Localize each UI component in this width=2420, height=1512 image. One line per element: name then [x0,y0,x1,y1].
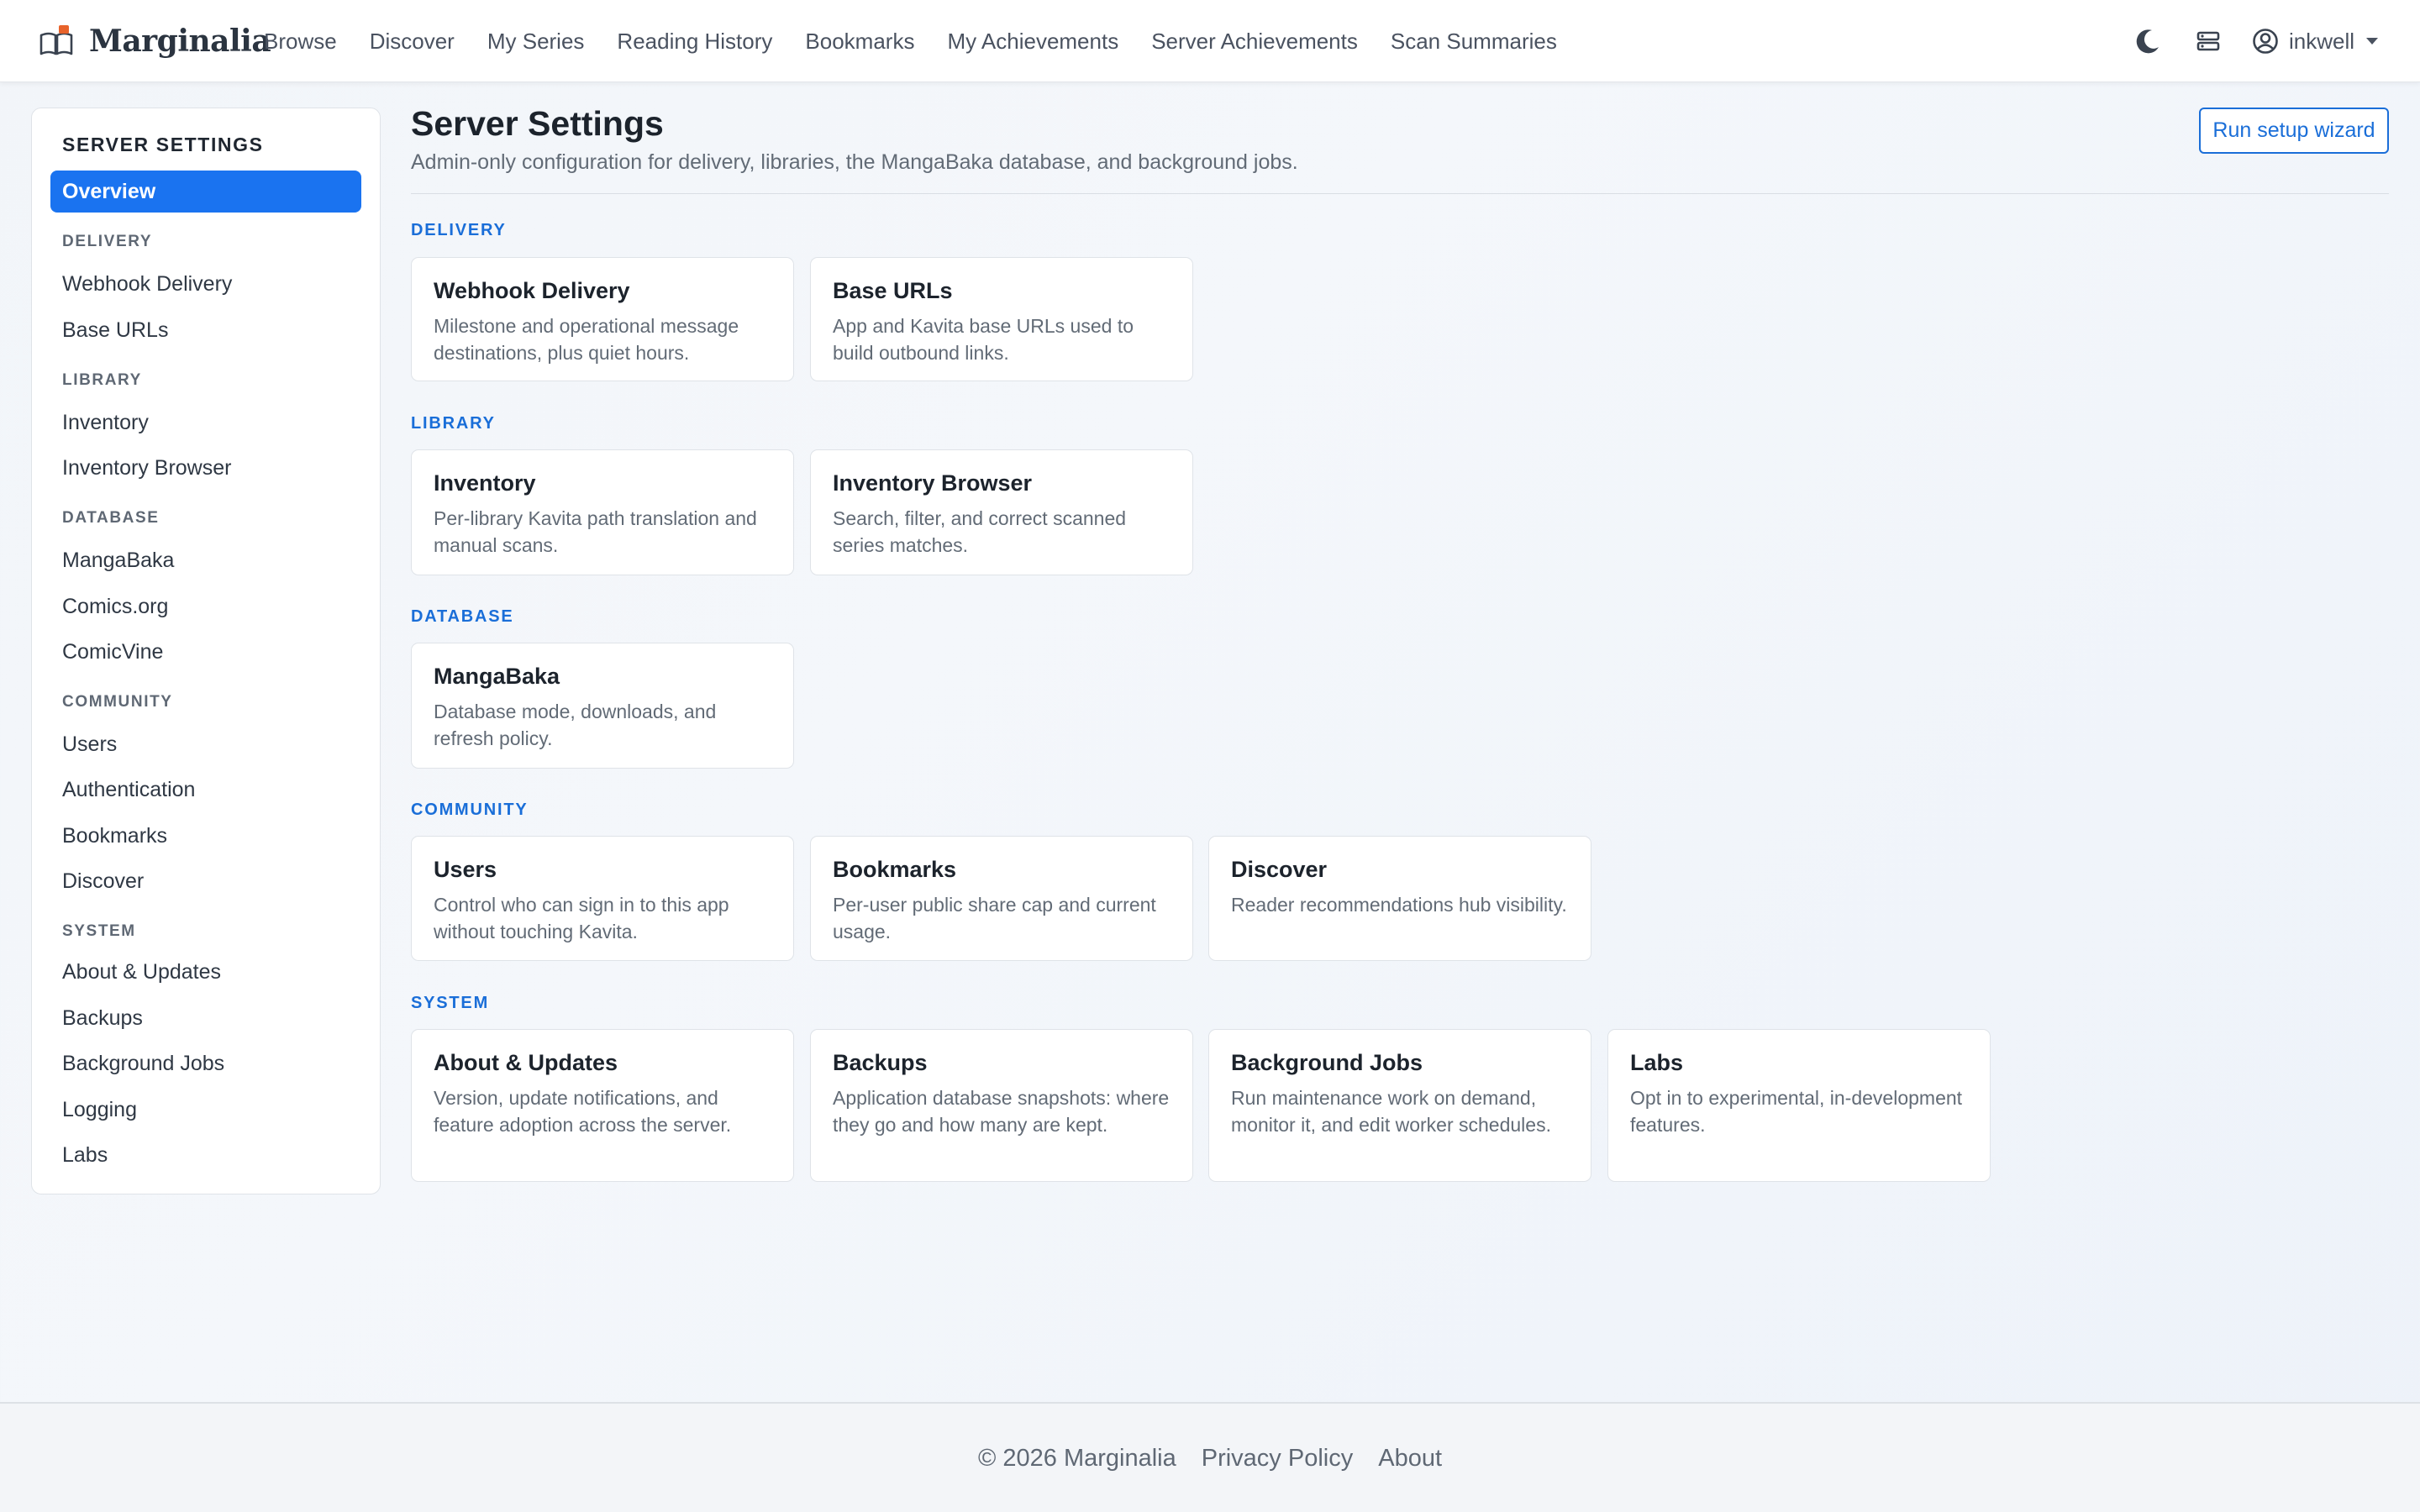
server-status-button[interactable] [2190,23,2227,60]
card-title: MangaBaka [434,664,560,689]
card-title: Base URLs [833,278,953,303]
card-title: Backups [833,1050,928,1075]
title-divider [411,193,2389,194]
sidebar-group-database: DATABASE [62,509,160,527]
footer-content: © 2026 Marginalia Privacy Policy About [0,1404,2420,1512]
card-backups[interactable]: Backups Application database snapshots: … [810,1029,1193,1182]
card-discover[interactable]: Discover Reader recommendations hub visi… [1208,836,1591,961]
nav-link-my-achievements[interactable]: My Achievements [947,29,1118,55]
card-description: Control who can sign in to this app with… [434,894,729,942]
page-subtitle: Admin-only configuration for delivery, l… [411,150,1298,174]
card-bookmarks[interactable]: Bookmarks Per-user public share cap and … [810,836,1193,961]
card-description: Application database snapshots: where th… [833,1087,1170,1136]
sidebar-item-inventory-browser[interactable]: Inventory Browser [62,456,231,480]
sidebar-item-comicvine[interactable]: ComicVine [62,640,163,664]
sidebar-item-inventory[interactable]: Inventory [62,411,149,435]
footer-link-about[interactable]: About [1378,1445,1442,1473]
sidebar-item-discover[interactable]: Discover [62,869,144,894]
card-title: Inventory Browser [833,470,1033,496]
page-title: Server Settings [411,104,664,143]
sidebar-item-webhook-delivery[interactable]: Webhook Delivery [62,272,232,297]
nav-right: inkwell [2106,0,2378,82]
server-icon [2196,31,2220,51]
card-title: Users [434,857,497,882]
sidebar-group-system: SYSTEM [62,922,136,940]
card-title: Bookmarks [833,857,957,882]
card-inventory[interactable]: Inventory Per-library Kavita path transl… [411,449,794,575]
sidebar-item-backups[interactable]: Backups [62,1006,143,1031]
card-title: Webhook Delivery [434,278,630,303]
chevron-down-icon [2366,38,2378,45]
footer-link-privacy-policy[interactable]: Privacy Policy [1202,1445,1354,1473]
section-label-delivery: DELIVERY [411,221,507,239]
card-title: Inventory [434,470,536,496]
card-description: Per-user public share cap and current us… [833,894,1156,942]
card-description: App and Kavita base URLs used to build o… [833,315,1134,364]
top-navbar: Marginalia Browse Discover My Series Rea… [0,0,2420,82]
nav-link-server-achievements[interactable]: Server Achievements [1151,29,1358,55]
card-description: Database mode, downloads, and refresh po… [434,701,717,749]
nav-link-discover[interactable]: Discover [370,29,455,55]
card-title: Labs [1630,1050,1684,1075]
brand-link[interactable]: Marginalia [39,20,271,62]
sidebar-item-labs[interactable]: Labs [62,1143,108,1168]
footer-copyright: © 2026 Marginalia [977,1445,1176,1472]
card-labs[interactable]: Labs Opt in to experimental, in-developm… [1607,1029,1991,1182]
sidebar-item-authentication[interactable]: Authentication [62,778,195,802]
sidebar-item-mangabaka[interactable]: MangaBaka [62,549,174,573]
card-title: About & Updates [434,1050,618,1075]
card-description: Search, filter, and correct scanned seri… [833,507,1127,556]
open-book-icon [39,25,73,55]
nav-link-scan-summaries[interactable]: Scan Summaries [1391,29,1557,55]
card-base-urls[interactable]: Base URLs App and Kavita base URLs used … [810,257,1193,381]
main-nav: Browse Discover My Series Reading Histor… [264,0,1590,82]
run-setup-wizard-button[interactable]: Run setup wizard [2199,108,2389,154]
card-background-jobs[interactable]: Background Jobs Run maintenance work on … [1208,1029,1591,1182]
moon-icon [2136,29,2159,54]
sidebar-group-library: LIBRARY [62,371,142,389]
card-users[interactable]: Users Control who can sign in to this ap… [411,836,794,961]
card-description: Per-library Kavita path translation and … [434,507,757,556]
card-description: Reader recommendations hub visibility. [1231,894,1567,916]
section-label-database: DATABASE [411,607,514,626]
sidebar-item-logging[interactable]: Logging [62,1098,137,1122]
card-description: Opt in to experimental, in-development f… [1630,1087,1963,1136]
user-menu-toggle[interactable]: inkwell [2252,28,2378,55]
sidebar-item-comics-org[interactable]: Comics.org [62,595,168,619]
card-description: Run maintenance work on demand, monitor … [1231,1087,1551,1136]
nav-link-bookmarks[interactable]: Bookmarks [805,29,914,55]
sidebar-item-bookmarks[interactable]: Bookmarks [62,824,167,848]
user-name: inkwell [2288,28,2354,54]
sidebar-item-background-jobs[interactable]: Background Jobs [62,1052,224,1076]
section-label-community: COMMUNITY [411,801,529,819]
nav-link-reading-history[interactable]: Reading History [617,29,772,55]
section-label-library: LIBRARY [411,414,496,433]
card-webhook-delivery[interactable]: Webhook Delivery Milestone and operation… [411,257,794,381]
sidebar-group-community: COMMUNITY [62,693,173,711]
nav-link-my-series[interactable]: My Series [487,29,585,55]
sidebar-title: SERVER SETTINGS [62,134,264,155]
card-title: Background Jobs [1231,1050,1423,1075]
card-inventory-browser[interactable]: Inventory Browser Search, filter, and co… [810,449,1193,575]
theme-toggle-button[interactable] [2129,23,2166,60]
nav-link-browse[interactable]: Browse [264,29,337,55]
sidebar-item-base-urls[interactable]: Base URLs [62,318,168,343]
sidebar-item-overview[interactable]: Overview [50,171,361,213]
settings-sidebar: SERVER SETTINGS Overview DELIVERY Webhoo… [31,108,381,1194]
card-description: Version, update notifications, and featu… [434,1087,732,1136]
brand-name: Marginalia [89,24,271,59]
card-about-updates[interactable]: About & Updates Version, update notifica… [411,1029,794,1182]
section-label-system: SYSTEM [411,994,490,1012]
sidebar-item-about-updates[interactable]: About & Updates [62,960,221,984]
card-mangabaka[interactable]: MangaBaka Database mode, downloads, and … [411,643,794,769]
card-title: Discover [1231,857,1328,882]
user-circle-icon [2253,29,2278,54]
footer: © 2026 Marginalia Privacy Policy About [0,1402,2420,1512]
sidebar-group-delivery: DELIVERY [62,233,153,250]
sidebar-item-users[interactable]: Users [62,732,117,757]
card-description: Milestone and operational message destin… [434,315,739,364]
